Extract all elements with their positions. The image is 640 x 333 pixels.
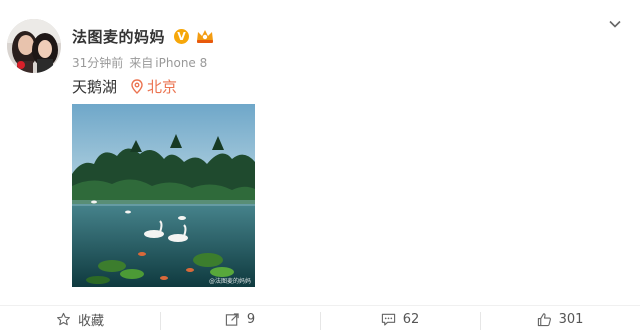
crown-vip-icon[interactable] xyxy=(195,28,215,44)
post-photo[interactable]: @法图麦的妈妈 xyxy=(72,104,255,287)
location-link[interactable]: 北京 xyxy=(131,76,177,97)
author-line: 法图麦的妈妈 V xyxy=(72,24,215,48)
swan-lake-image xyxy=(72,104,255,287)
like-count: 301 xyxy=(558,312,584,327)
favorite-button[interactable]: 收藏 xyxy=(0,306,160,333)
weibo-post: 法图麦的妈妈 V 31分钟前 来自 iPhone 8 天鹅湖 北京 @法图麦的妈… xyxy=(0,0,640,333)
star-icon xyxy=(57,312,70,326)
source-prefix: 来自 xyxy=(129,56,154,70)
comment-button[interactable]: 62 xyxy=(320,306,480,333)
like-button[interactable]: 301 xyxy=(480,306,640,333)
action-bar: 收藏 9 62 301 xyxy=(0,305,640,333)
repost-count: 9 xyxy=(246,312,256,327)
comment-count: 62 xyxy=(402,312,420,327)
post-text: 天鹅湖 xyxy=(72,77,118,96)
post-meta: 31分钟前 来自 iPhone 8 xyxy=(72,54,207,71)
chevron-down-icon[interactable] xyxy=(608,17,622,31)
post-content: 天鹅湖 北京 xyxy=(72,76,177,96)
repost-icon xyxy=(225,313,239,326)
post-time[interactable]: 31分钟前 xyxy=(72,56,123,70)
avatar-image xyxy=(7,19,61,73)
photo-watermark: @法图麦的妈妈 xyxy=(208,278,251,285)
thumbs-up-icon xyxy=(537,313,551,327)
repost-button[interactable]: 9 xyxy=(160,306,320,333)
author-name[interactable]: 法图麦的妈妈 xyxy=(72,26,165,47)
location-text: 北京 xyxy=(147,77,178,96)
location-pin-icon xyxy=(131,78,143,94)
verified-badge-icon: V xyxy=(174,28,190,44)
comment-icon xyxy=(381,313,395,326)
source-device: iPhone 8 xyxy=(155,56,208,70)
avatar[interactable] xyxy=(7,19,61,73)
favorite-label: 收藏 xyxy=(77,314,104,329)
